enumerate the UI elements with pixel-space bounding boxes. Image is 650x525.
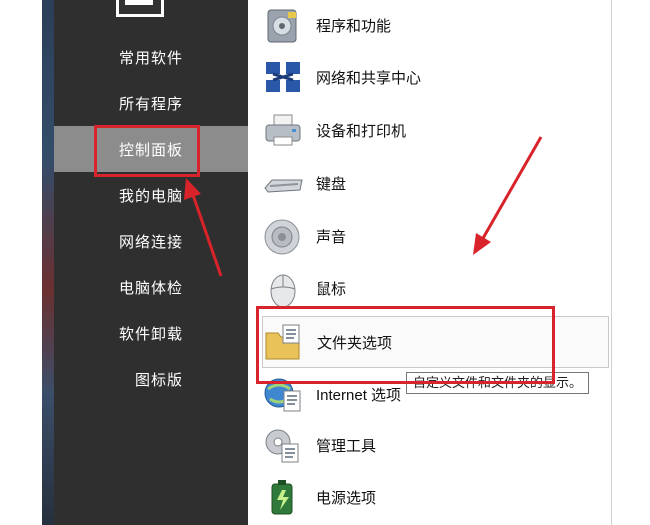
annotation-arrows [184,136,543,277]
arrow-to-folder-options [473,136,543,255]
window: 常用软件 所有程序 控制面板 我的电脑 网络连接 电脑体检 软件卸载 图标版 程… [0,0,650,525]
arrow-to-control-panel [184,178,223,277]
